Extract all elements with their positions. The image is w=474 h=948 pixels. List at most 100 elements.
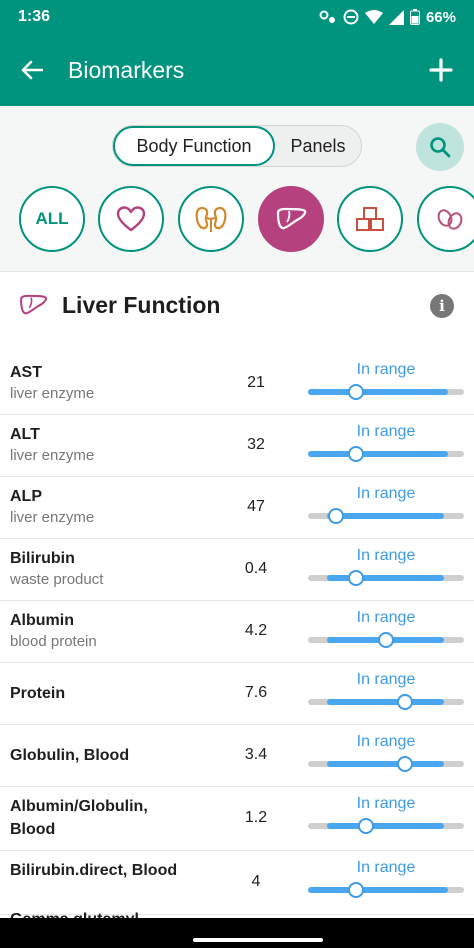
status-icons: 66% [319, 9, 456, 26]
biomarker-value: 4.2 [244, 622, 268, 639]
filter-area: Body Function Panels ALL [0, 106, 474, 271]
home-handle[interactable] [193, 938, 323, 942]
biomarker-value: 1.2 [244, 809, 268, 826]
heart-icon [116, 206, 146, 232]
biomarker-row[interactable]: Bilirubin.direct, Blood 4 In range [0, 851, 474, 915]
biomarker-list: AST liver enzyme 21 In range ALT liver enzyme… [0, 353, 474, 915]
value-marker [378, 632, 394, 648]
page-title: Biomarkers [68, 56, 185, 83]
range-status: In range [356, 485, 416, 502]
in-range-segment [326, 699, 444, 705]
biomarker-name: ALP [10, 488, 42, 505]
status-bar: 1:36 66% [0, 0, 474, 34]
range-status: In range [356, 361, 416, 378]
section-header: Liver Function i [0, 271, 474, 341]
biomarker-row[interactable]: ALT liver enzyme 32 In range [0, 415, 474, 477]
biomarker-row[interactable]: AST liver enzyme 21 In range [0, 353, 474, 415]
battery-icon [409, 9, 420, 25]
category-digestion[interactable] [417, 186, 474, 252]
category-all[interactable]: ALL [19, 186, 85, 252]
range-track [308, 694, 464, 710]
biomarker-name: AST [10, 364, 42, 381]
range-track [308, 508, 464, 524]
range-track [308, 818, 464, 834]
biomarker-subtitle: blood protein [10, 633, 97, 650]
range-track [308, 570, 464, 586]
range-status: In range [356, 795, 416, 812]
in-range-segment [308, 887, 449, 893]
category-heart[interactable] [98, 186, 164, 252]
value-marker [348, 384, 365, 400]
biomarker-name: ALT [10, 426, 40, 443]
kidney-icon [195, 206, 227, 232]
liver-icon [20, 294, 48, 315]
range-track [308, 446, 464, 462]
biomarker-subtitle: liver enzyme [10, 447, 95, 464]
biomarker-row[interactable]: Globulin, Blood 3.4 In range [0, 725, 474, 787]
range-track [308, 756, 464, 772]
range-track [308, 384, 464, 400]
segment-body-function[interactable]: Body Function [113, 126, 275, 166]
biomarker-subtitle: liver enzyme [10, 509, 95, 526]
biomarker-value: 32 [247, 436, 265, 453]
value-marker [348, 882, 365, 898]
biomarker-row[interactable]: Albumin/Globulin, Blood 1.2 In range [0, 787, 474, 851]
biomarker-name: Albumin/Globulin, Blood [10, 798, 148, 838]
value-marker [348, 570, 365, 586]
value-marker [357, 818, 374, 834]
in-range-segment [308, 451, 449, 457]
category-kidney[interactable] [178, 186, 244, 252]
in-range-segment [308, 389, 449, 395]
biomarker-name: Albumin [10, 612, 74, 629]
range-status: In range [356, 671, 416, 688]
liver-icon [276, 207, 307, 230]
biomarker-value: 3.4 [244, 746, 268, 763]
back-button[interactable] [18, 56, 46, 84]
do-not-disturb-icon [343, 9, 359, 25]
range-track [308, 882, 464, 898]
biomarker-name: Globulin, Blood [10, 747, 130, 764]
wifi-icon [364, 10, 383, 24]
value-marker [396, 756, 413, 772]
in-range-segment [326, 823, 444, 829]
biomarker-row[interactable]: ALP liver enzyme 47 In range [0, 477, 474, 539]
beans-icon [437, 209, 463, 230]
section-title: Liver Function [62, 292, 221, 318]
range-track [308, 632, 464, 648]
vpn-key-icon [319, 10, 335, 23]
battery-percent: 66% [425, 8, 456, 26]
biomarker-value: 21 [247, 374, 265, 391]
biomarker-value: 0.4 [244, 560, 268, 577]
biomarker-row[interactable]: Albumin blood protein 4.2 In range [0, 601, 474, 663]
value-marker [396, 694, 413, 710]
search-icon [430, 137, 451, 158]
info-icon[interactable]: i [430, 294, 454, 318]
app-bar: Biomarkers [0, 34, 474, 106]
category-liver[interactable] [258, 186, 324, 252]
plus-icon [429, 58, 453, 82]
status-time: 1:36 [18, 8, 51, 25]
add-button[interactable] [426, 55, 456, 85]
segment-panels[interactable]: Panels [275, 126, 361, 166]
value-marker [328, 508, 345, 524]
range-status: In range [356, 733, 416, 750]
biomarker-row[interactable]: Protein 7.6 In range [0, 663, 474, 725]
biomarker-value: 4 [251, 873, 261, 890]
category-metabolism[interactable] [337, 186, 403, 252]
biomarker-row[interactable]: Bilirubin waste product 0.4 In range [0, 539, 474, 601]
signal-icon [388, 9, 404, 25]
category-row: ALL [0, 186, 474, 256]
view-toggle: Body Function Panels [112, 125, 362, 167]
navigation-bar [0, 918, 474, 948]
biomarker-subtitle: liver enzyme [10, 385, 95, 402]
range-status: In range [356, 423, 416, 440]
biomarker-name: Protein [10, 685, 66, 702]
search-button[interactable] [416, 123, 464, 171]
in-range-segment [326, 513, 444, 519]
category-all-label: ALL [35, 209, 69, 228]
arrow-left-icon [21, 60, 43, 80]
biomarker-value: 7.6 [244, 684, 268, 701]
range-status: In range [356, 547, 416, 564]
biomarker-subtitle: waste product [10, 571, 104, 588]
range-status: In range [356, 859, 416, 876]
